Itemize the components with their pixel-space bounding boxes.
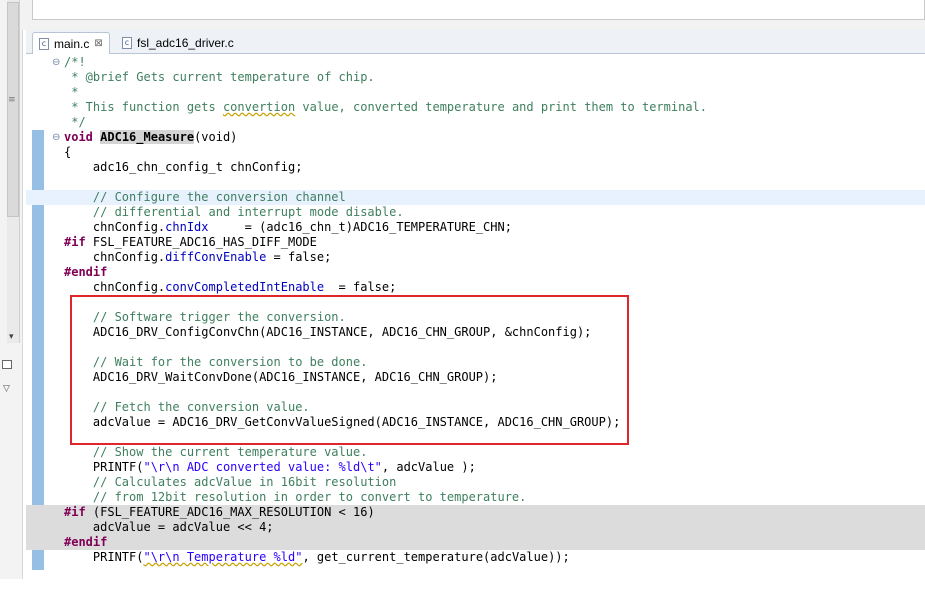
close-icon[interactable]: ⊠: [94, 38, 102, 49]
code-line: #endif: [64, 265, 108, 279]
code-line: PRINTF("\r\n Temperature %ld", get_curre…: [64, 550, 570, 564]
scroll-grip-icon: ≡: [8, 95, 16, 105]
code-line: *: [64, 85, 79, 99]
minimize-view-icon[interactable]: [2, 360, 12, 369]
left-pane-scroll-thumb[interactable]: [7, 2, 19, 217]
editor-tab-bar: c main.c ⊠ c fsl_adc16_driver.c: [26, 30, 925, 54]
code-line: * @brief Gets current temperature of chi…: [64, 70, 375, 84]
code-line: chnConfig.convCompletedIntEnable = false…: [64, 280, 397, 294]
code-line: chnConfig.chnIdx = (adc16_chn_t)ADC16_TE…: [64, 220, 512, 234]
view-menu-icon[interactable]: ▽: [3, 384, 10, 394]
highlight-annotation-box: [70, 295, 629, 445]
code-line: chnConfig.diffConvEnable = false;: [64, 250, 332, 264]
code-line: PRINTF("\r\n ADC converted value: %ld\t"…: [64, 460, 476, 474]
fold-collapse-icon[interactable]: ⊖: [52, 55, 62, 70]
code-line: * This function gets convertion value, c…: [64, 100, 708, 114]
code-line: // from 12bit resolution in order to con…: [64, 490, 527, 504]
code-line: ⊖ void ADC16_Measure(void): [52, 130, 238, 145]
code-line-inactive: adcValue = adcValue << 4;: [26, 520, 925, 535]
code-line: // Show the current temperature value.: [64, 445, 368, 459]
code-line-inactive: #if (FSL_FEATURE_ADC16_MAX_RESOLUTION < …: [26, 505, 925, 520]
tab-label: main.c: [54, 36, 90, 51]
code-line-current: // Configure the conversion channel: [26, 190, 925, 205]
c-file-icon: c: [39, 37, 49, 50]
top-panel: [32, 0, 925, 20]
code-line: #if FSL_FEATURE_ADC16_HAS_DIFF_MODE: [64, 235, 317, 249]
fold-collapse-icon[interactable]: ⊖: [52, 130, 62, 145]
spelling-warning: convertion: [222, 100, 296, 114]
tab-main-c[interactable]: c main.c ⊠: [32, 32, 110, 54]
code-line: ⊖ /*!: [52, 55, 86, 70]
tab-label: fsl_adc16_driver.c: [137, 36, 234, 50]
code-line: // Calculates adcValue in 16bit resoluti…: [64, 475, 397, 489]
tab-fsl-adc16-driver-c[interactable]: c fsl_adc16_driver.c: [116, 32, 240, 54]
code-line: adc16_chn_config_t chnConfig;: [64, 160, 303, 174]
c-file-icon: c: [122, 37, 132, 49]
code-line-inactive: #endif: [26, 535, 925, 550]
function-name: ADC16_Measure: [100, 130, 195, 144]
code-editor[interactable]: ⊖ /*! * @brief Gets current temperature …: [26, 54, 925, 579]
code-line: {: [64, 145, 72, 159]
code-line: // differential and interrupt mode disab…: [64, 205, 404, 219]
code-line: */: [64, 115, 86, 129]
scroll-down-arrow-icon[interactable]: ▾: [9, 332, 14, 342]
